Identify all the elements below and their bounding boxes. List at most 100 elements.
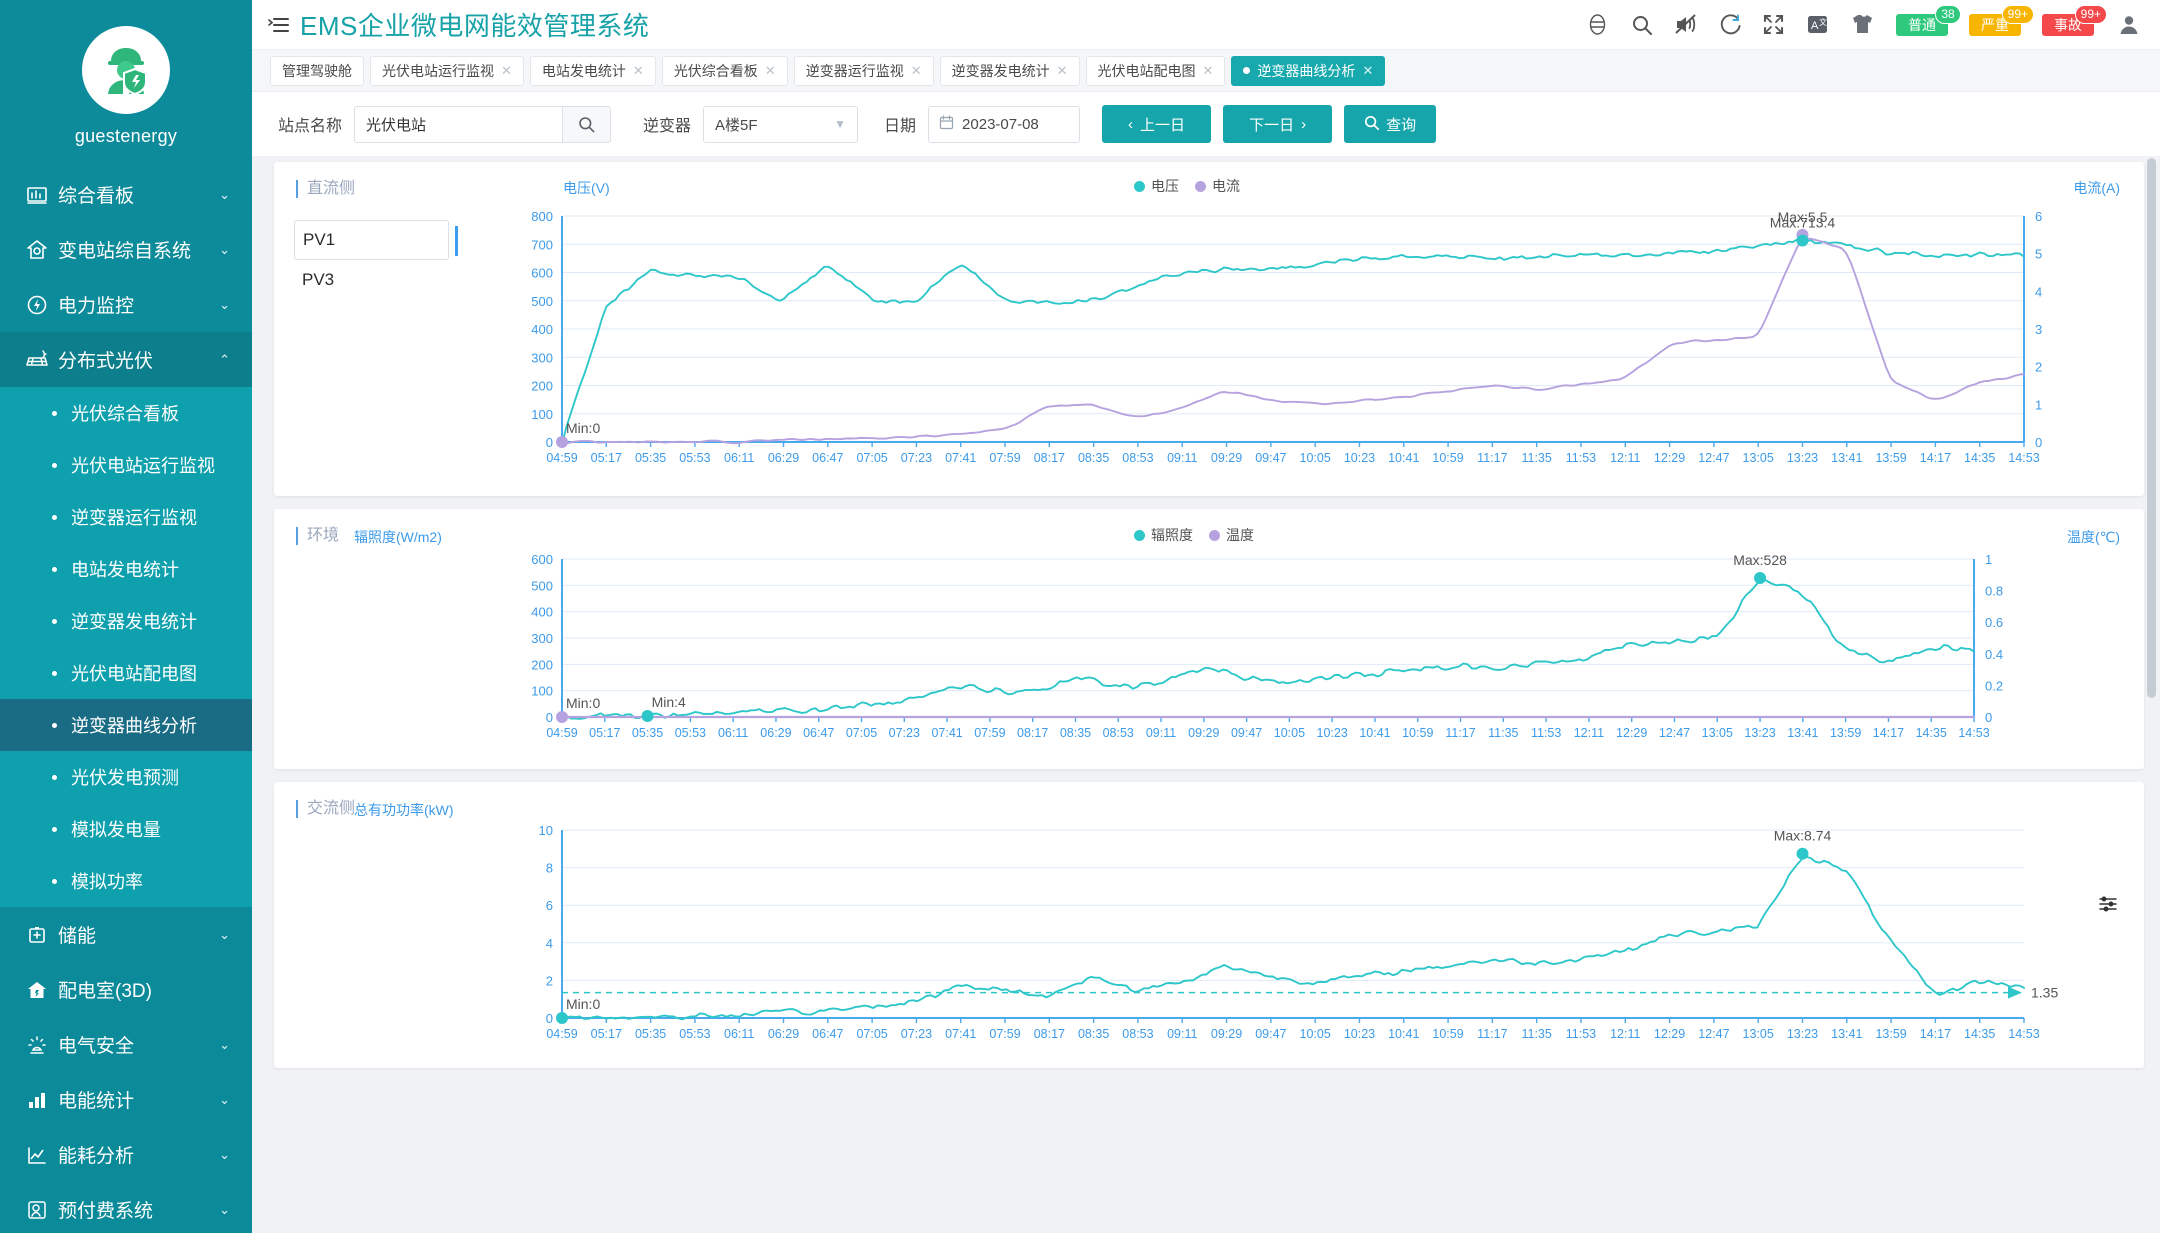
close-icon[interactable]: ✕ [1203,64,1214,77]
svg-text:12:29: 12:29 [1654,451,1685,465]
svg-text:07:41: 07:41 [945,451,976,465]
svg-text:Min:0: Min:0 [566,420,600,436]
tab-inverter-curve-analysis[interactable]: 逆变器曲线分析✕ [1231,56,1385,86]
translate-icon[interactable]: A文 [1804,11,1831,38]
sidebar-subitem-pv-station-monitor[interactable]: 光伏电站运行监视 [0,439,252,491]
close-icon[interactable]: ✕ [765,64,776,77]
next-day-label: 下一日 [1249,114,1294,135]
chart-panel-environment: 环境 辐照度(W/m2) 温度(℃) 辐照度 温度 01002003004005… [274,509,2144,769]
svg-text:6: 6 [546,898,553,913]
bullet-icon [52,463,57,468]
alarm-severe[interactable]: 严重 99+ [1969,14,2021,36]
tab-inverter-monitor[interactable]: 逆变器运行监视✕ [794,56,934,86]
inverter-select[interactable]: A楼5F ▼ [703,106,858,143]
sidebar-subitem-simulated-generation[interactable]: 模拟发电量 [0,803,252,855]
sidebar-subitem-pv-generation-forecast[interactable]: 光伏发电预测 [0,751,252,803]
prev-day-button[interactable]: ‹ 上一日 [1102,105,1211,143]
scrollbar-thumb[interactable] [2147,158,2156,698]
date-picker[interactable]: 2023-07-08 [928,106,1080,143]
engineer-shield-avatar-icon [95,39,157,101]
svg-text:07:59: 07:59 [989,1027,1020,1041]
svg-text:14:17: 14:17 [1920,451,1951,465]
bullet-icon [52,723,57,728]
user-avatar-icon[interactable] [2115,11,2142,38]
next-day-button[interactable]: 下一日 › [1223,105,1332,143]
tab-pv-board[interactable]: 光伏综合看板✕ [662,56,788,86]
sidebar-item-substation[interactable]: 变电站综自系统 ⌄ [0,222,252,277]
sidebar-item-prepaid-system[interactable]: 预付费系统 ⌄ [0,1182,252,1233]
date-label: 日期 [884,112,916,136]
tab-station-generation-stats[interactable]: 电站发电统计✕ [530,56,656,86]
sidebar-item-energy-consumption-analysis[interactable]: 能耗分析 ⌄ [0,1127,252,1182]
svg-text:08:35: 08:35 [1078,451,1109,465]
tab-bar: 管理驾驶舱 光伏电站运行监视✕ 电站发电统计✕ 光伏综合看板✕ 逆变器运行监视✕… [252,50,2160,92]
chart-environment[interactable]: 010020030040050060000.20.40.60.8104:5905… [274,509,2144,769]
svg-text:08:35: 08:35 [1060,726,1091,740]
hamburger-menu-icon[interactable] [268,16,294,34]
chart-dc-side[interactable]: 0100200300400500600700800012345604:5905:… [274,162,2144,496]
sidebar-subitem-simulated-power[interactable]: 模拟功率 [0,855,252,907]
svg-text:1: 1 [1985,552,1992,567]
svg-text:13:41: 13:41 [1831,451,1862,465]
sidebar-item-energy-statistics[interactable]: 电能统计 ⌄ [0,1072,252,1127]
refresh-icon[interactable] [1716,11,1743,38]
helmet-outline-icon[interactable] [1584,11,1611,38]
fullscreen-icon[interactable] [1760,11,1787,38]
alarm-fault[interactable]: 事故 99+ [2042,14,2094,36]
alarm-normal[interactable]: 普通 38 [1896,14,1948,36]
sidebar-subitem-label: 模拟功率 [71,868,143,894]
sidebar-subitem-inverter-generation-stats[interactable]: 逆变器发电统计 [0,595,252,647]
theme-shirt-icon[interactable] [1848,11,1875,38]
query-button[interactable]: 查询 [1344,105,1436,143]
sidebar-item-distribution-room-3d[interactable]: 配电室(3D) [0,962,252,1017]
page-scrollbar[interactable] [2149,156,2158,1233]
svg-text:0: 0 [1985,710,1992,725]
close-icon[interactable]: ✕ [633,64,644,77]
top-header: EMS企业微电网能效管理系统 A文 [252,0,2160,50]
svg-text:0.4: 0.4 [1985,647,2003,662]
site-search-button[interactable] [562,106,611,143]
sidebar-subitem-inverter-monitor[interactable]: 逆变器运行监视 [0,491,252,543]
tab-pv-station-monitor[interactable]: 光伏电站运行监视✕ [370,56,524,86]
svg-text:12:11: 12:11 [1610,451,1640,465]
svg-text:Min:4: Min:4 [652,694,686,710]
sidebar-subitem-pv-distribution-diagram[interactable]: 光伏电站配电图 [0,647,252,699]
close-icon[interactable]: ✕ [501,64,512,77]
svg-text:700: 700 [531,237,553,252]
svg-text:12:47: 12:47 [1659,726,1690,740]
tab-pv-distribution-diagram[interactable]: 光伏电站配电图✕ [1086,56,1226,86]
sidebar-subitem-inverter-curve-analysis[interactable]: 逆变器曲线分析 [0,699,252,751]
sidebar-item-power-monitor[interactable]: 电力监控 ⌄ [0,277,252,332]
inverter-label: 逆变器 [643,112,691,136]
svg-text:07:05: 07:05 [856,1027,887,1041]
sidebar-item-dashboard[interactable]: 综合看板 ⌄ [0,167,252,222]
sidebar-item-electrical-safety[interactable]: 电气安全 ⌄ [0,1017,252,1072]
svg-text:05:35: 05:35 [632,726,663,740]
close-icon[interactable]: ✕ [1057,64,1068,77]
sidebar-subitem-station-generation-stats[interactable]: 电站发电统计 [0,543,252,595]
search-icon [1364,115,1379,134]
svg-text:13:23: 13:23 [1744,726,1775,740]
site-name-input[interactable]: 光伏电站 [354,106,562,143]
sidebar-item-distributed-pv[interactable]: 分布式光伏 ⌃ [0,332,252,387]
tab-inverter-generation-stats[interactable]: 逆变器发电统计✕ [940,56,1080,86]
close-icon[interactable]: ✕ [911,64,922,77]
svg-text:0: 0 [546,710,553,725]
sound-muted-icon[interactable] [1672,11,1699,38]
alarm-normal-count: 38 [1935,5,1961,24]
svg-text:12:11: 12:11 [1574,726,1604,740]
tab-management-cockpit[interactable]: 管理驾驶舱 [270,56,364,86]
svg-text:07:23: 07:23 [901,451,932,465]
chevron-down-icon: ⌄ [219,1092,230,1108]
site-name-group: 光伏电站 [354,106,611,143]
chart-ac-side[interactable]: 024681004:5905:1705:3505:5306:1106:2906:… [274,782,2144,1068]
sidebar-item-energy-storage[interactable]: 储能 ⌄ [0,907,252,962]
svg-text:10:23: 10:23 [1317,726,1348,740]
sidebar-subitem-pv-board[interactable]: 光伏综合看板 [0,387,252,439]
close-icon[interactable]: ✕ [1362,64,1373,77]
sidebar: guestenergy 综合看板 ⌄ 变电站综自系统 ⌄ [0,0,252,1233]
chevron-down-icon: ▼ [834,117,846,131]
svg-text:06:11: 06:11 [718,726,748,740]
search-icon[interactable] [1628,11,1655,38]
svg-text:0: 0 [2035,435,2042,450]
